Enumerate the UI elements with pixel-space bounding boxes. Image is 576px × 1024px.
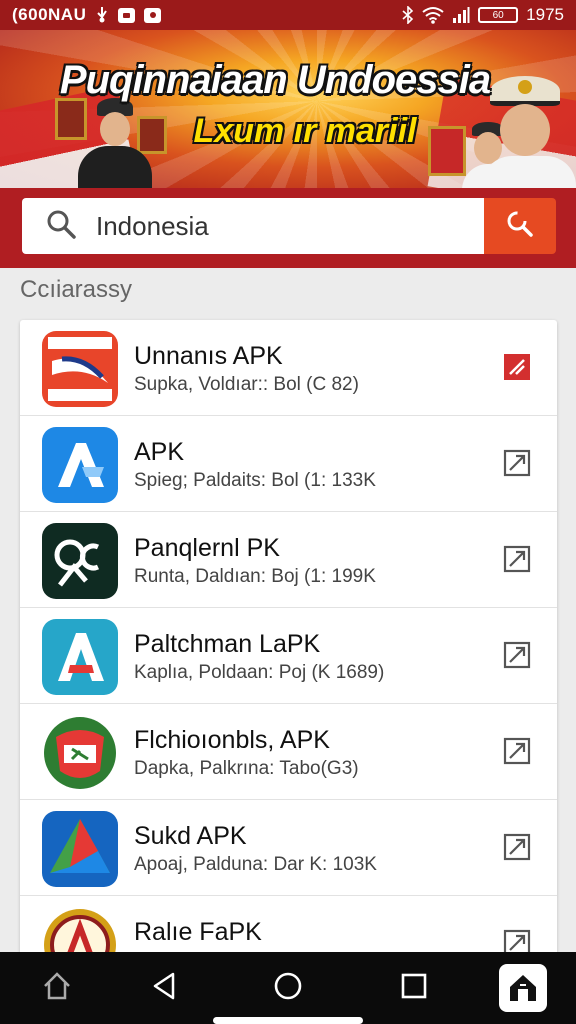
battery-icon: 60	[478, 7, 519, 23]
search-field[interactable]	[22, 198, 484, 254]
list-item[interactable]: APK Spieg; Paldaits: Bol (1: 133K	[20, 416, 557, 512]
list-item[interactable]: Unnanıs APK Supka, Voldıar:: Bol (C 82)	[20, 320, 557, 416]
banner-subtitle: Lxum ır mariil	[193, 112, 417, 150]
external-link-icon[interactable]	[502, 352, 532, 382]
battery-level: 60	[492, 9, 504, 21]
teal-a-app-icon	[42, 619, 118, 695]
app-subtitle: Apoaj, Palduna: Dar K: 103K	[134, 854, 377, 875]
home-indicator[interactable]	[213, 1017, 363, 1024]
list-item[interactable]: Panqlernl PK Runta, Daldıan: Boj (1: 199…	[20, 512, 557, 608]
app-title: Paltchman LaPK	[134, 630, 321, 658]
app-subtitle: Dapka, Palkrına: Tabo(G3)	[134, 758, 359, 779]
clock: 1975	[526, 5, 564, 24]
app-notification-icon	[144, 7, 162, 23]
banner-title: Puqinnaiaan Undoessia	[59, 58, 491, 102]
red-swoosh-app-icon	[42, 331, 118, 407]
app-title: Sukd APK	[134, 822, 247, 850]
carrier-text: (600NAU	[12, 5, 87, 24]
list-item[interactable]: Paltchman LaPK Kaplıa, Poldaan: Poj (K 1…	[20, 608, 557, 704]
home-circle-icon[interactable]	[268, 966, 308, 1006]
search-input[interactable]	[96, 210, 456, 242]
search-icon	[46, 209, 76, 244]
search-bar	[0, 188, 576, 268]
dark-green-app-icon	[42, 523, 118, 599]
signal-icon	[452, 7, 470, 23]
usb-icon	[95, 7, 109, 23]
recents-icon[interactable]	[394, 966, 434, 1006]
external-link-icon[interactable]	[502, 544, 532, 574]
app-title: APK	[134, 438, 185, 466]
app-subtitle: Kaplıa, Poldaan: Poj (K 1689)	[134, 662, 385, 683]
external-link-icon[interactable]	[502, 448, 532, 478]
back-icon[interactable]	[144, 966, 184, 1006]
app-subtitle: Supka, Voldıar:: Bol (C 82)	[134, 374, 359, 395]
navigation-bar	[0, 952, 576, 1024]
app-title: Panqlernl PK	[134, 534, 280, 562]
blue-triangle-app-icon	[42, 811, 118, 887]
blue-a-app-icon	[42, 427, 118, 503]
external-link-icon[interactable]	[502, 640, 532, 670]
app-subtitle: Runta, Daldıan: Boj (1: 199K	[134, 566, 376, 587]
list-item[interactable]: Sukd APK Apoaj, Palduna: Dar K: 103K	[20, 800, 557, 896]
home-outline-icon[interactable]	[37, 966, 77, 1006]
external-link-icon[interactable]	[502, 832, 532, 862]
section-label: Ccıiarassy	[20, 276, 133, 303]
green-shield-app-icon	[42, 715, 118, 791]
app-title: Unnanıs APK	[134, 342, 283, 370]
list-item[interactable]: Ralıe FaPK	[20, 896, 557, 960]
app-title: Flchioıonbls, APK	[134, 726, 330, 754]
external-link-icon[interactable]	[502, 736, 532, 766]
app-subtitle: Spieg; Paldaits: Bol (1: 133K	[134, 470, 376, 491]
list-item[interactable]: Flchioıonbls, APK Dapka, Palkrına: Tabo(…	[20, 704, 557, 800]
wifi-icon	[422, 6, 444, 24]
app-title: Ralıe FaPK	[134, 918, 262, 946]
officer-figure-left	[70, 90, 160, 188]
search-submit-icon	[505, 209, 535, 244]
app-list: Unnanıs APK Supka, Voldıar:: Bol (C 82) …	[20, 320, 557, 960]
promo-banner[interactable]: Puqinnaiaan Undoessia Lxum ır mariil	[0, 30, 576, 188]
status-bar: (600NAU 60 1975	[0, 0, 576, 30]
bluetooth-icon	[402, 6, 414, 24]
search-button[interactable]	[484, 198, 556, 254]
launcher-icon[interactable]	[499, 964, 547, 1012]
message-notification-icon	[118, 7, 136, 23]
